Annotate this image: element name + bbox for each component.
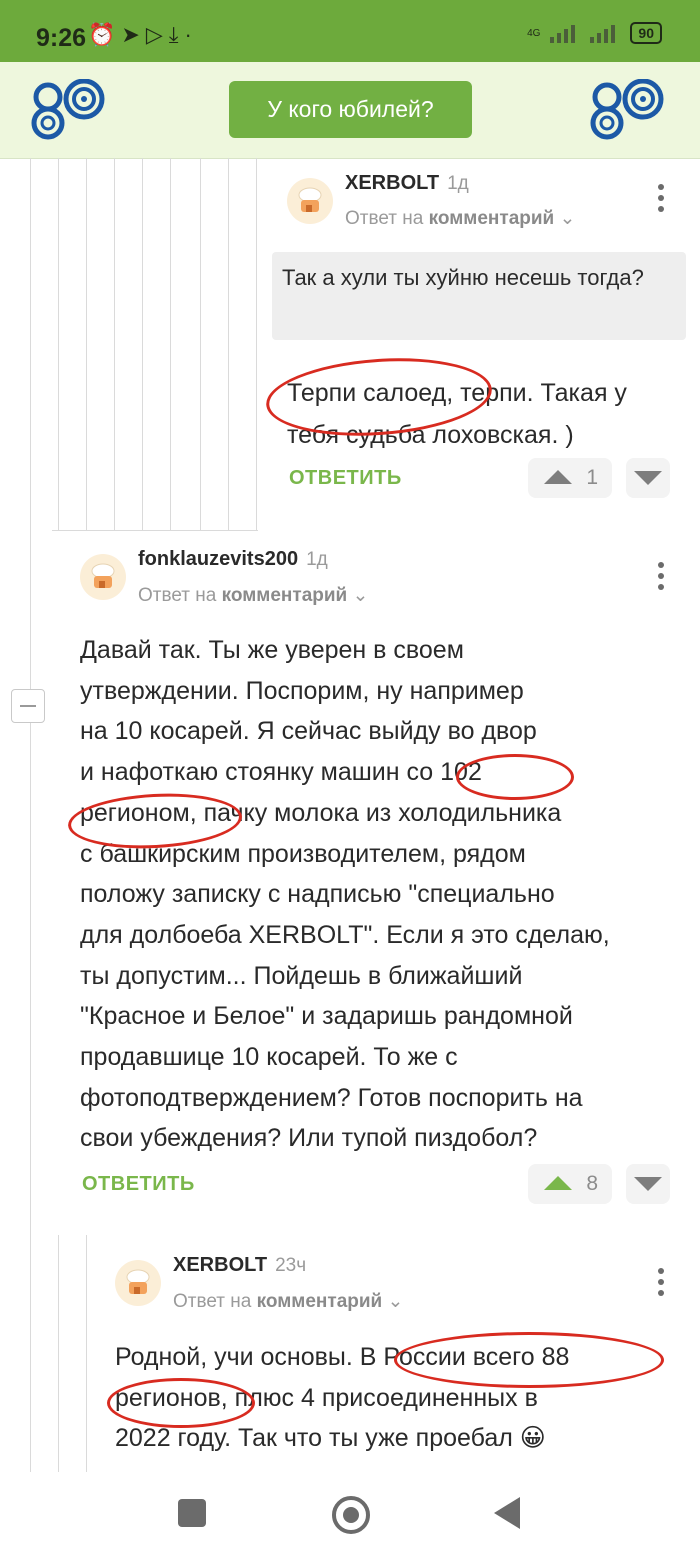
arrow-down-icon <box>634 1177 662 1191</box>
comment-line: Давай так. Ты же уверен в своем <box>80 636 464 664</box>
status-bar: 9:26 ⏰➤▷⤓· 4G 90 <box>0 0 700 62</box>
comment-body: Давай так. Ты же уверен в своем утвержде… <box>80 630 610 1159</box>
annotation-ellipse <box>456 754 574 800</box>
arrow-up-icon <box>544 1176 572 1190</box>
username[interactable]: XERBOLT 23ч <box>173 1254 306 1277</box>
username[interactable]: fonklauzevits200 1д <box>138 548 328 571</box>
recent-apps-icon[interactable] <box>178 1499 206 1527</box>
more-options-icon[interactable] <box>658 562 666 595</box>
comment-line: положу записку с надписью "специально <box>80 880 555 909</box>
download-icon: ⤓ <box>168 22 185 47</box>
network-label: 4G <box>527 27 541 39</box>
reply-button[interactable]: ОТВЕТИТЬ <box>82 1173 195 1196</box>
reply-button[interactable]: ОТВЕТИТЬ <box>289 467 402 490</box>
reply-prefix: Ответ на <box>138 585 217 606</box>
reply-target[interactable]: комментарий <box>257 1291 383 1312</box>
reply-target[interactable]: комментарий <box>222 585 348 606</box>
status-right: 4G 90 <box>527 22 662 44</box>
comment-time: 1д <box>447 173 469 194</box>
comment-line: продавшице 10 косарей. То же с <box>80 1043 458 1072</box>
comment-line: на 10 косарей. Я сейчас выйду во двор <box>80 717 537 746</box>
reply-prefix: Ответ на <box>345 208 424 229</box>
comment-line: "Красное и Белое" и задаришь рандомной <box>80 1002 573 1031</box>
play-icon: ▷ <box>145 22 169 47</box>
dot-icon: · <box>184 22 198 47</box>
more-options-icon[interactable] <box>658 1268 666 1301</box>
arrow-down-icon <box>634 471 662 485</box>
downvote-button[interactable] <box>626 1164 670 1204</box>
upvote-button[interactable]: 8 <box>528 1164 612 1204</box>
chevron-down-icon[interactable]: ⌄ <box>353 585 369 606</box>
system-nav-bar <box>0 1472 700 1556</box>
reply-to[interactable]: Ответ на комментарий ⌄ <box>138 584 368 607</box>
comment-time: 23ч <box>275 1255 307 1276</box>
upvote-button[interactable]: 1 <box>528 458 612 498</box>
comment-time: 1д <box>306 549 328 570</box>
chevron-down-icon[interactable]: ⌄ <box>560 208 576 229</box>
username-text[interactable]: XERBOLT <box>345 172 439 194</box>
username[interactable]: XERBOLT 1д <box>345 172 469 195</box>
alarm-icon: ⏰ <box>88 22 122 47</box>
avatar[interactable] <box>287 178 333 224</box>
app-header: У кого юбилей? <box>0 62 700 159</box>
more-options-icon[interactable] <box>658 184 666 217</box>
avatar-chef-icon <box>298 187 322 212</box>
avatar[interactable] <box>80 554 126 600</box>
vote-count: 1 <box>586 466 598 489</box>
telegram-icon: ➤ <box>121 22 146 47</box>
username-text[interactable]: XERBOLT <box>173 1254 267 1276</box>
avatar[interactable] <box>115 1260 161 1306</box>
signal-2-icon <box>590 25 616 43</box>
notification-icons: ⏰➤▷⤓· <box>88 22 198 48</box>
anniversary-button[interactable]: У кого юбилей? <box>229 81 472 138</box>
comment-line: фотоподтверждением? Готов поспорить на <box>80 1083 583 1112</box>
username-text[interactable]: fonklauzevits200 <box>138 548 298 570</box>
collapse-thread-button[interactable] <box>11 689 45 723</box>
chevron-down-icon[interactable]: ⌄ <box>388 1291 404 1312</box>
status-time: 9:26 <box>36 24 87 52</box>
comment-line: ты допустим... Пойдешь в ближайший <box>80 961 523 990</box>
downvote-button[interactable] <box>626 458 670 498</box>
vote-count: 8 <box>586 1172 598 1195</box>
anniversary-logo-right-icon[interactable] <box>589 79 671 141</box>
arrow-up-icon <box>544 470 572 484</box>
reply-to[interactable]: Ответ на комментарий ⌄ <box>345 207 575 230</box>
anniversary-logo-icon[interactable] <box>30 79 112 141</box>
comment-line: для долбоеба XERBOLT". Если я это сделаю… <box>80 920 610 949</box>
battery-indicator: 90 <box>630 22 662 44</box>
comment-line: свои убеждения? Или тупой пиздобол? <box>80 1124 538 1153</box>
home-icon[interactable] <box>332 1496 370 1534</box>
avatar-chef-icon <box>126 1269 150 1294</box>
reply-target[interactable]: комментарий <box>429 208 555 229</box>
annotation-ellipse <box>394 1332 664 1388</box>
signal-icon <box>550 25 576 43</box>
avatar-chef-icon <box>91 563 115 588</box>
comment-line: утверждении. Поспорим, ну например <box>80 676 524 705</box>
annotation-ellipse <box>107 1378 255 1428</box>
quoted-text: Так а хули ты хуйню несешь тогда? <box>272 252 686 340</box>
minus-icon <box>20 705 36 707</box>
reply-to[interactable]: Ответ на комментарий ⌄ <box>173 1290 403 1313</box>
reply-prefix: Ответ на <box>173 1291 252 1312</box>
back-icon[interactable] <box>494 1497 520 1529</box>
